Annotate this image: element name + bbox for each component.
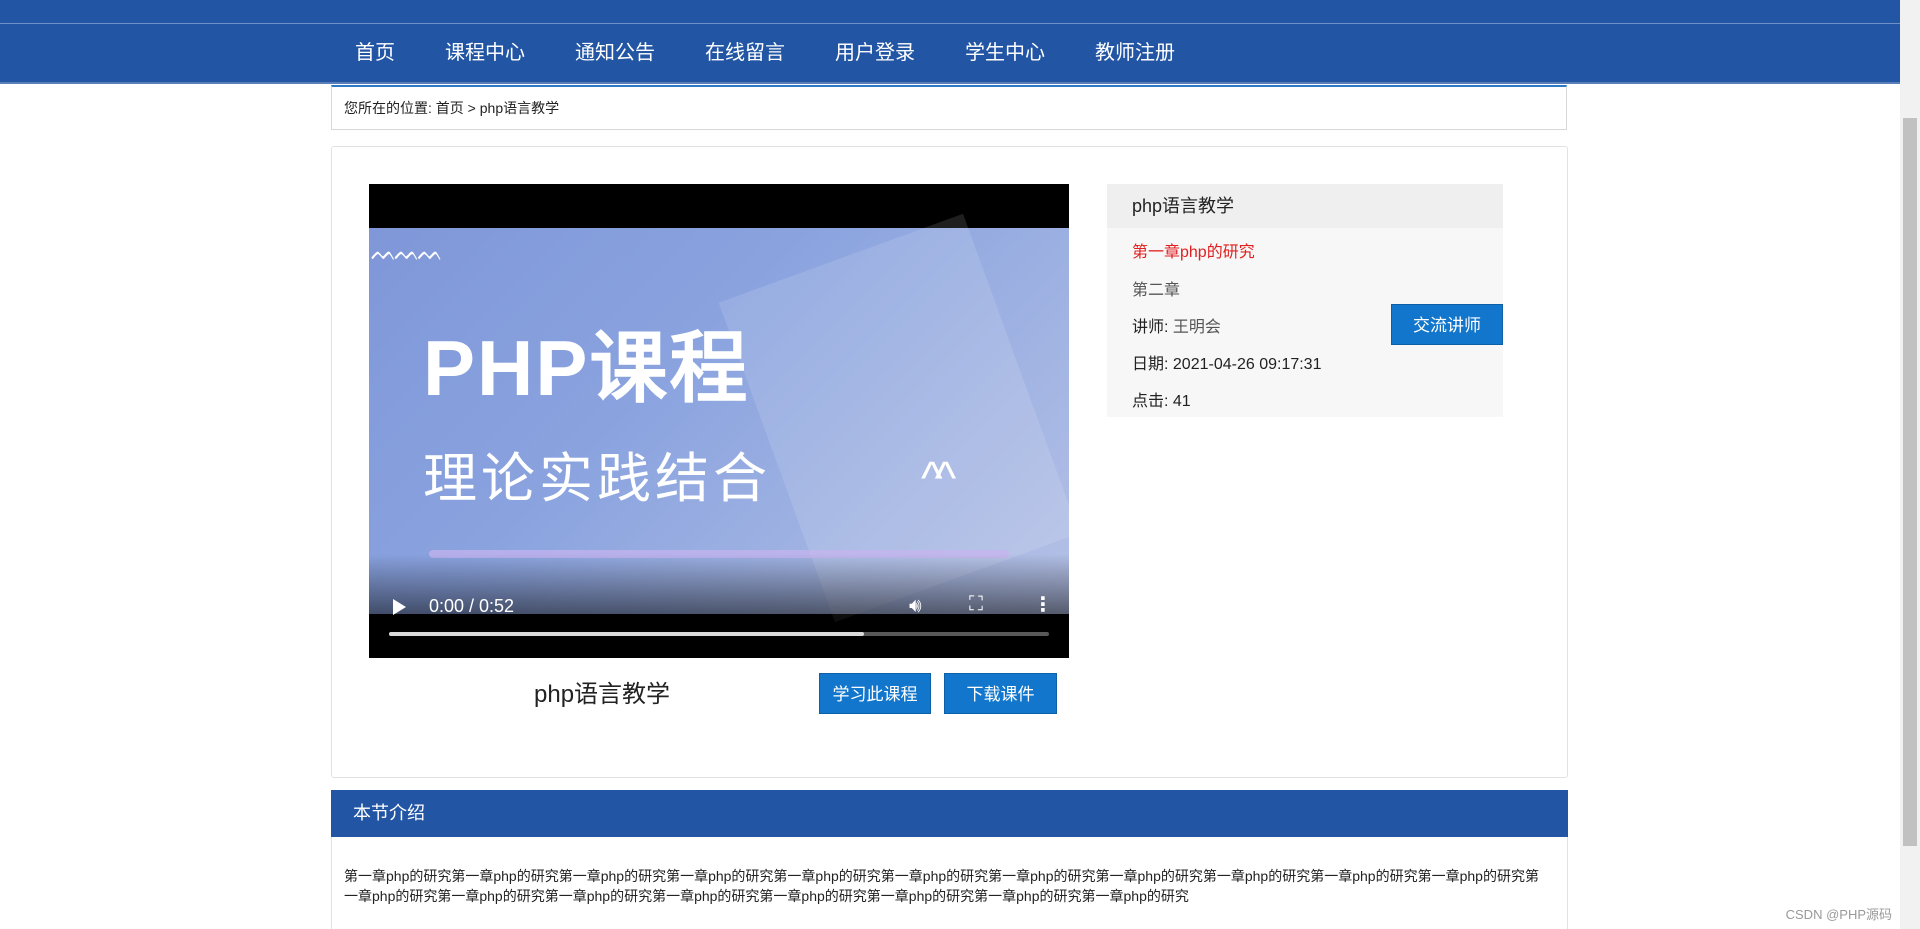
teacher-row: 讲师: 王明会 bbox=[1132, 313, 1221, 337]
page-scrollbar[interactable] bbox=[1900, 0, 1920, 929]
video-progress-bar[interactable] bbox=[389, 632, 1049, 636]
nav-item-login[interactable]: 用户登录 bbox=[810, 24, 940, 82]
main-nav: 首页 课程中心 通知公告 在线留言 用户登录 学生中心 教师注册 bbox=[0, 24, 1900, 84]
clicks-row: 点击: 41 bbox=[1132, 387, 1191, 411]
clicks-label: 点击: bbox=[1132, 393, 1169, 410]
chapter-link-1[interactable]: 第一章php的研究 bbox=[1132, 238, 1255, 262]
info-title: php语言教学 bbox=[1107, 184, 1503, 228]
zigzag-icon: ᨓᨓᨓ bbox=[371, 240, 444, 265]
volume-icon[interactable]: 🔊︎ bbox=[909, 595, 922, 618]
video-player[interactable]: ᨓᨓᨓ PHP课程 理论实践结合 ^^ 0:00 / 0:52 🔊︎ ⛶ ⋮ bbox=[369, 184, 1069, 658]
teacher-name: 王明会 bbox=[1172, 319, 1221, 336]
breadcrumb-prefix: 您所在的位置: bbox=[344, 100, 432, 116]
section-intro-text: 第一章php的研究第一章php的研究第一章php的研究第一章php的研究第一章p… bbox=[344, 868, 1539, 904]
breadcrumb: 您所在的位置: 首页 > php语言教学 bbox=[331, 85, 1567, 130]
download-courseware-button[interactable]: 下载课件 bbox=[944, 673, 1057, 714]
poster-subtitle: 理论实践结合 bbox=[423, 449, 771, 509]
date-label: 日期: bbox=[1132, 356, 1169, 373]
video-buffered-fill bbox=[389, 632, 865, 636]
video-time: 0:00 / 0:52 bbox=[429, 596, 515, 616]
fullscreen-icon[interactable]: ⛶ bbox=[969, 593, 983, 616]
nav-item-student-center[interactable]: 学生中心 bbox=[940, 24, 1070, 82]
section-intro-heading: 本节介绍 bbox=[331, 790, 1568, 837]
top-strip bbox=[0, 0, 1900, 24]
nav-item-notices[interactable]: 通知公告 bbox=[550, 24, 680, 82]
chapter-link-2[interactable]: 第二章 bbox=[1132, 276, 1180, 300]
teacher-label: 讲师: bbox=[1132, 319, 1169, 336]
poster-title: PHP课程 bbox=[423, 324, 750, 412]
nav-item-courses[interactable]: 课程中心 bbox=[420, 24, 550, 82]
date-value: 2021-04-26 09:17:31 bbox=[1172, 356, 1322, 373]
course-info-card: php语言教学 第一章php的研究 第二章 讲师: 王明会 日期: 2021-0… bbox=[1107, 184, 1503, 417]
breadcrumb-current: php语言教学 bbox=[479, 100, 560, 116]
breadcrumb-separator: > bbox=[467, 100, 476, 116]
nav-item-home[interactable]: 首页 bbox=[330, 24, 420, 82]
wave-icon: ^^ bbox=[921, 452, 956, 504]
contact-teacher-button[interactable]: 交流讲师 bbox=[1391, 304, 1503, 345]
course-title: php语言教学 bbox=[534, 681, 671, 708]
study-course-button[interactable]: 学习此课程 bbox=[819, 673, 931, 714]
nav-item-teacher-register[interactable]: 教师注册 bbox=[1070, 24, 1200, 82]
date-row: 日期: 2021-04-26 09:17:31 bbox=[1132, 350, 1321, 374]
clicks-value: 41 bbox=[1172, 393, 1191, 410]
nav-item-messages[interactable]: 在线留言 bbox=[680, 24, 810, 82]
breadcrumb-home-link[interactable]: 首页 bbox=[436, 100, 464, 116]
more-vertical-icon[interactable]: ⋮ bbox=[1033, 592, 1053, 617]
watermark: CSDN @PHP源码 bbox=[1785, 907, 1892, 922]
scrollbar-thumb[interactable] bbox=[1903, 118, 1917, 846]
play-icon[interactable] bbox=[393, 599, 406, 615]
video-controls: 0:00 / 0:52 🔊︎ ⛶ ⋮ bbox=[369, 554, 1069, 658]
